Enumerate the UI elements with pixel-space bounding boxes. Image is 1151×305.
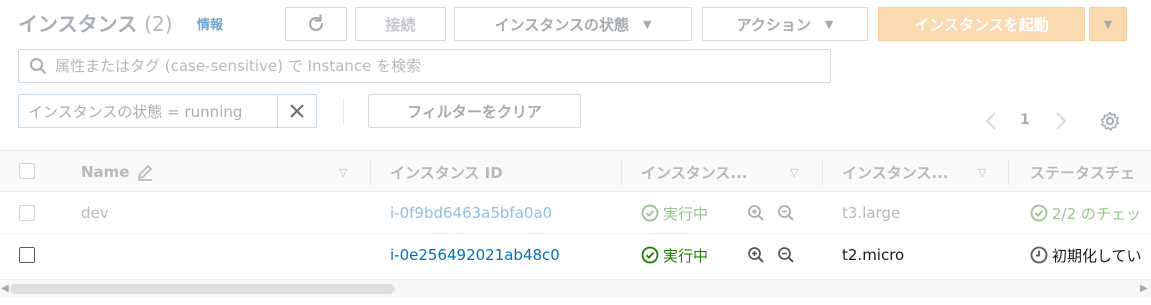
scroll-left-arrow-icon[interactable]: ◀ [1, 283, 9, 294]
column-header-instance-id[interactable]: インスタンス ID [390, 151, 503, 193]
table-row[interactable]: i-0e256492021ab48c0 実行中 t2.micro 初期化してい [0, 234, 1151, 276]
instance-type: t3.large [842, 204, 901, 222]
instance-state: 実行中 [641, 192, 708, 234]
instance-id-link[interactable]: i-0e256492021ab48c0 [390, 234, 560, 276]
page-number[interactable]: 1 [1020, 112, 1030, 128]
page-title-text: インスタンス [18, 12, 138, 36]
check-circle-icon [1030, 204, 1048, 222]
search-icon [30, 58, 47, 75]
page-title: インスタンス (2) [18, 8, 173, 37]
instance-count: (2) [144, 12, 173, 36]
instance-state-dropdown[interactable]: インスタンスの状態 ▼ [454, 7, 692, 41]
status-check: 2/2 のチェッ [1030, 192, 1141, 234]
instance-state-label: 実行中 [663, 204, 709, 223]
clear-filters-label: フィルターをクリア [407, 102, 542, 121]
search-input[interactable] [55, 57, 815, 75]
row-checkbox[interactable] [19, 247, 35, 263]
instance-id-link[interactable]: i-0f9bd6463a5bfa0a0 [390, 192, 552, 234]
remove-filter-button[interactable] [278, 95, 316, 127]
filter-divider [343, 98, 344, 124]
instance-name: dev [81, 204, 109, 222]
status-check-label: 2/2 のチェッ [1052, 204, 1141, 223]
column-header-status-check[interactable]: ステータスチェ [1030, 151, 1135, 193]
search-bar [18, 49, 831, 83]
select-all-checkbox[interactable] [19, 163, 35, 179]
column-separator [370, 159, 371, 185]
column-header-instance-state[interactable]: インスタンス... [641, 151, 748, 193]
zoom-in-icon[interactable] [747, 246, 765, 264]
caret-down-icon: ▼ [824, 17, 834, 31]
filter-token-label: インスタンスの状態 = running [19, 95, 278, 127]
sort-caret-icon[interactable]: ▽ [978, 166, 986, 179]
info-link[interactable]: 情報 [197, 14, 223, 33]
scroll-right-arrow-icon[interactable]: ▶ [1140, 283, 1148, 294]
launch-label: インスタンスを起動 [914, 15, 1049, 34]
close-icon [290, 104, 304, 118]
filter-token: インスタンスの状態 = running [18, 94, 317, 128]
instance-type: t2.micro [842, 246, 905, 264]
launch-instances-button[interactable]: インスタンスを起動 [878, 7, 1085, 41]
actions-dropdown[interactable]: アクション ▼ [702, 7, 868, 41]
check-circle-icon [641, 204, 659, 222]
column-header-name[interactable]: Name [81, 151, 155, 193]
sort-caret-icon[interactable]: ▽ [790, 166, 798, 179]
instance-state: 実行中 [641, 234, 708, 276]
edit-icon [138, 164, 153, 181]
instance-state-label: 実行中 [663, 246, 709, 265]
clear-filters-button[interactable]: フィルターをクリア [368, 94, 581, 128]
caret-down-icon: ▼ [642, 17, 652, 31]
row-checkbox[interactable] [19, 205, 35, 221]
zoom-out-icon[interactable] [777, 246, 795, 264]
column-separator [1008, 159, 1009, 185]
refresh-icon [308, 14, 324, 32]
instance-state-label: インスタンスの状態 [494, 15, 629, 34]
connect-label: 接続 [385, 15, 416, 34]
refresh-button[interactable] [285, 7, 347, 41]
column-header-name-label: Name [81, 163, 130, 181]
actions-label: アクション [736, 15, 811, 34]
chevron-right-icon[interactable] [1054, 111, 1068, 131]
check-circle-icon [641, 246, 659, 264]
connect-button[interactable]: 接続 [355, 7, 446, 41]
caret-down-icon: ▼ [1103, 17, 1113, 31]
launch-options-button[interactable]: ▼ [1089, 7, 1127, 41]
column-header-instance-type[interactable]: インスタンス... [842, 151, 949, 193]
status-check: 初期化してい [1030, 234, 1142, 276]
zoom-out-icon[interactable] [777, 204, 795, 222]
gear-icon[interactable] [1099, 110, 1121, 132]
sort-caret-icon[interactable]: ▽ [339, 166, 347, 179]
table-header: Name ▽ インスタンス ID インスタンス... ▽ インスタンス... ▽… [0, 150, 1151, 192]
scrollbar-thumb[interactable] [10, 284, 395, 294]
horizontal-scrollbar[interactable]: ◀ ▶ [0, 279, 1151, 297]
clock-icon [1030, 246, 1048, 264]
column-separator [822, 159, 823, 185]
status-check-label: 初期化してい [1052, 246, 1142, 265]
table-row[interactable]: dev i-0f9bd6463a5bfa0a0 実行中 t3.large 2/2… [0, 192, 1151, 234]
chevron-left-icon[interactable] [984, 111, 998, 131]
zoom-in-icon[interactable] [747, 204, 765, 222]
column-separator [621, 159, 622, 185]
